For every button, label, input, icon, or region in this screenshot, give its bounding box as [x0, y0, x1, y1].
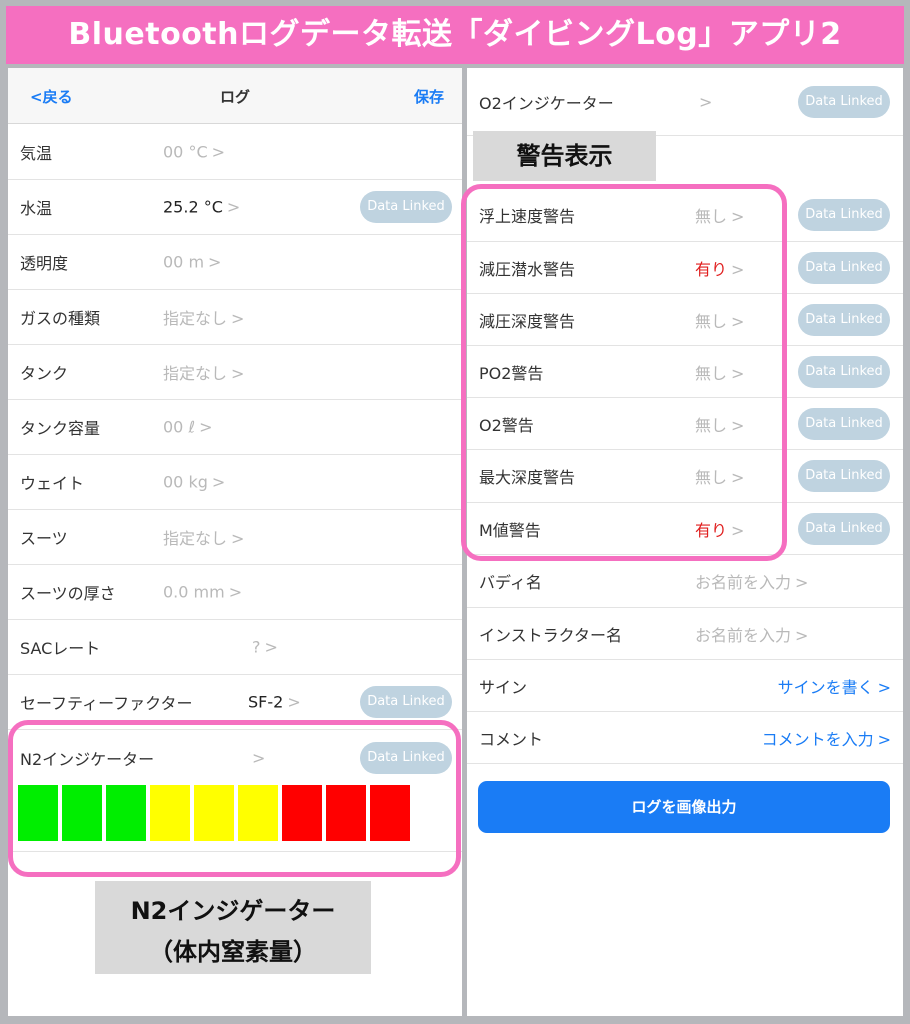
row-water-temp[interactable]: 水温 25.2 °C > Data Linked [8, 180, 462, 235]
data-linked-button[interactable]: Data Linked [798, 251, 890, 284]
row-value: お名前を入力 > [695, 573, 809, 592]
save-button[interactable]: 保存 [414, 86, 444, 107]
row-air-temp[interactable]: 気温 00 °C > [8, 125, 462, 180]
caption-warnings: 警告表示 [473, 131, 656, 181]
row-value: 00 ℓ > [163, 417, 213, 437]
chevron-right-icon: > [287, 692, 301, 712]
chevron-right-icon: > [795, 573, 809, 592]
row-value: ? > [252, 637, 278, 657]
chevron-right-icon: > [699, 92, 713, 111]
row-value: 00 m > [163, 252, 222, 272]
chevron-right-icon: > [264, 637, 278, 657]
chevron-right-icon: > [877, 677, 891, 697]
row-comment[interactable]: コメント コメントを入力 > [467, 712, 903, 764]
chevron-right-icon: > [877, 729, 891, 749]
row-value: 00 °C > [163, 142, 226, 162]
row-label: ウェイト [20, 474, 85, 493]
comment-link[interactable]: コメントを入力 > [762, 726, 891, 750]
chevron-right-icon: > [199, 417, 213, 437]
caption-n2-indicator: N2インジゲーター （体内窒素量） [95, 881, 371, 974]
row-label: タンク容量 [20, 419, 101, 438]
chevron-right-icon: > [795, 625, 809, 645]
row-label: インストラクター名 [479, 625, 623, 645]
sign-link[interactable]: サインを書く > [778, 674, 891, 698]
chevron-right-icon: > [231, 309, 245, 328]
row-visibility[interactable]: 透明度 00 m > [8, 235, 462, 290]
row-instructor-name[interactable]: インストラクター名 お名前を入力 > [467, 608, 903, 660]
row-label: 透明度 [20, 254, 69, 273]
chevron-right-icon: > [228, 582, 243, 602]
row-label: セーフティーファクター [20, 694, 193, 713]
row-value: 指定なし > [163, 529, 245, 548]
row-o2-indicator[interactable]: O2インジケーター > Data Linked [467, 68, 903, 136]
row-label: SACレート [20, 639, 101, 658]
row-value: 25.2 °C > [163, 197, 241, 217]
n2-highlight [8, 720, 461, 877]
data-linked-button[interactable]: Data Linked [798, 512, 890, 545]
chevron-right-icon: > [211, 472, 226, 492]
chevron-right-icon: > [231, 364, 245, 383]
row-value: 指定なし > [163, 309, 245, 328]
row-label: 気温 [20, 144, 53, 163]
row-value: お名前を入力 > [695, 625, 809, 645]
data-linked-button[interactable]: Data Linked [798, 199, 890, 231]
export-image-button[interactable]: ログを画像出力 [478, 781, 890, 833]
caption-n2-title: N2インジゲーター [130, 897, 336, 925]
data-linked-button[interactable]: Data Linked [360, 191, 452, 223]
row-label: スーツ [20, 529, 68, 548]
row-suit-thickness[interactable]: スーツの厚さ 0.0 mm > [8, 565, 462, 620]
data-linked-button[interactable]: Data Linked [798, 407, 890, 440]
nav-bar: <戻る ログ 保存 [8, 68, 462, 124]
row-label: ガスの種類 [20, 309, 101, 328]
row-value: SF-2 > [248, 692, 301, 712]
data-linked-button[interactable]: Data Linked [360, 686, 452, 718]
row-label: サイン [479, 677, 528, 697]
row-sac-rate[interactable]: SACレート ? > [8, 620, 462, 675]
row-suit[interactable]: スーツ 指定なし > [8, 510, 462, 565]
row-tank-capacity[interactable]: タンク容量 00 ℓ > [8, 400, 462, 455]
row-signature[interactable]: サイン サインを書く > [467, 660, 903, 712]
row-value: 0.0 mm > [163, 582, 243, 602]
row-value: 指定なし > [163, 364, 245, 383]
warnings-highlight [461, 184, 787, 561]
row-label: バディ名 [479, 573, 542, 592]
row-label: タンク [20, 364, 69, 383]
row-weight[interactable]: ウェイト 00 kg > [8, 455, 462, 510]
row-label: コメント [479, 729, 544, 749]
row-label: O2インジケーター [479, 93, 614, 113]
data-linked-button[interactable]: Data Linked [798, 355, 890, 388]
row-value: 00 kg > [163, 472, 226, 492]
data-linked-button[interactable]: Data Linked [798, 303, 890, 336]
chevron-right-icon: > [231, 529, 245, 548]
banner: Bluetoothログデータ転送「ダイビングLog」アプリ2 [6, 6, 904, 64]
row-buddy-name[interactable]: バディ名 お名前を入力 > [467, 555, 903, 608]
data-linked-button[interactable]: Data Linked [798, 460, 890, 492]
caption-n2-subtitle: （体内窒素量） [149, 938, 317, 966]
row-label: 水温 [20, 199, 53, 218]
banner-title: Bluetoothログデータ転送「ダイビングLog」アプリ2 [68, 17, 842, 52]
chevron-right-icon: > [226, 197, 241, 217]
chevron-right-icon: > [211, 142, 226, 162]
data-linked-button[interactable]: Data Linked [798, 85, 890, 118]
row-tank[interactable]: タンク 指定なし > [8, 345, 462, 400]
row-label: スーツの厚さ [20, 584, 116, 603]
chevron-right-icon: > [208, 252, 222, 272]
row-gas-type[interactable]: ガスの種類 指定なし > [8, 290, 462, 345]
page-title: ログ [219, 88, 250, 106]
